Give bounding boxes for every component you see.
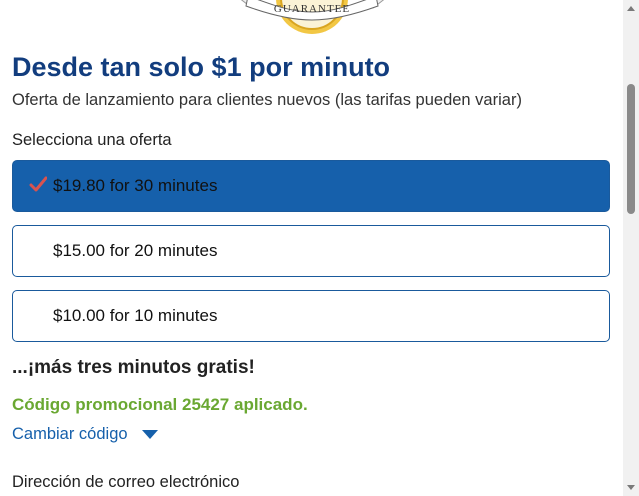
- offer-option-label: $10.00 for 10 minutes: [53, 306, 218, 325]
- change-code-link[interactable]: Cambiar código: [12, 425, 159, 444]
- email-label: Dirección de correo electrónico: [12, 473, 240, 491]
- vertical-scrollbar[interactable]: [623, 0, 639, 496]
- offer-subtitle: Oferta de lanzamiento para clientes nuev…: [12, 91, 522, 109]
- offer-option-20-min[interactable]: $15.00 for 20 minutes: [12, 225, 610, 277]
- change-code-label: Cambiar código: [12, 425, 128, 443]
- page-title: Desde tan solo $1 por minuto: [12, 52, 391, 82]
- scroll-up-arrow-icon[interactable]: [627, 6, 635, 11]
- offer-option-10-min[interactable]: $10.00 for 10 minutes: [12, 290, 610, 342]
- scroll-down-arrow-icon[interactable]: [627, 485, 635, 490]
- offer-option-label: $19.80 for 30 minutes: [53, 176, 218, 195]
- promo-applied-text: Código promocional 25427 aplicado.: [12, 395, 308, 414]
- scroll-thumb[interactable]: [627, 84, 635, 214]
- offer-select-label: Selecciona una oferta: [12, 131, 172, 149]
- check-icon: [29, 176, 47, 192]
- offer-form: GUARANTEE Desde tan solo $1 por minuto O…: [0, 0, 623, 496]
- seal-text: GUARANTEE: [274, 3, 350, 15]
- chevron-down-icon: [142, 429, 159, 439]
- guarantee-seal: GUARANTEE: [240, 0, 385, 34]
- offer-option-label: $15.00 for 20 minutes: [53, 241, 218, 260]
- offer-option-30-min[interactable]: $19.80 for 30 minutes: [12, 160, 610, 212]
- bonus-minutes-text: ...¡más tres minutos gratis!: [12, 357, 255, 378]
